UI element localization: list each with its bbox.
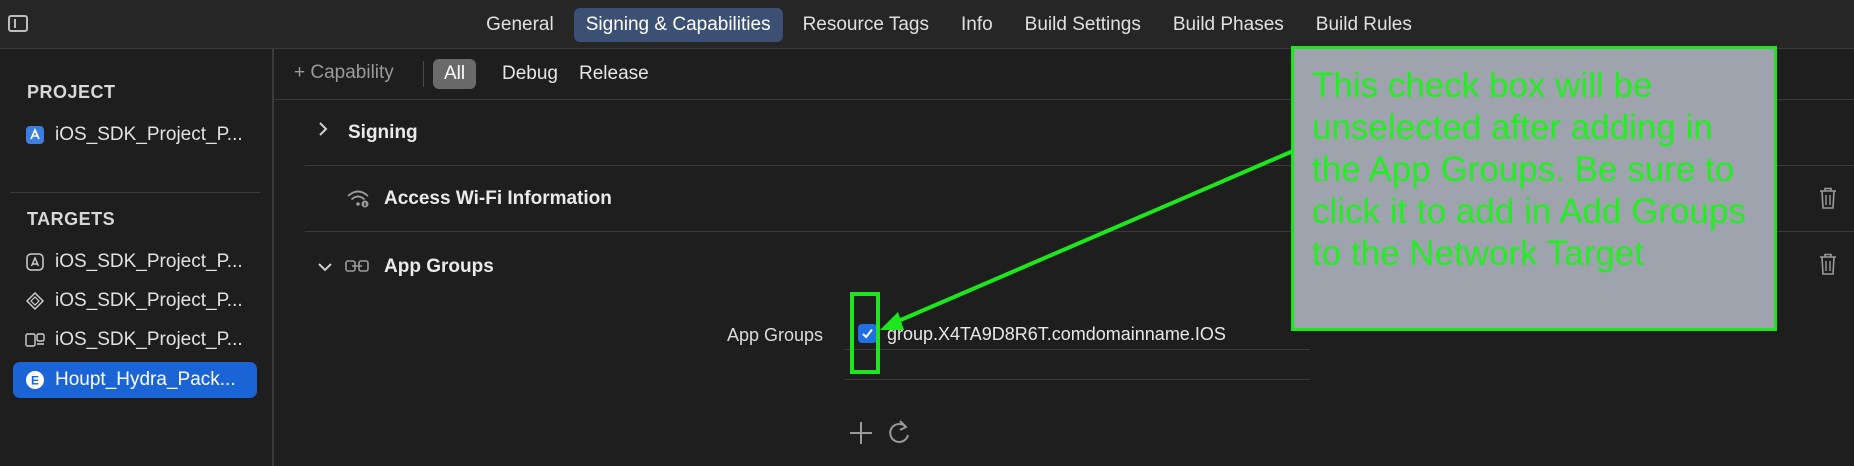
xcode-window: General Signing & Capabilities Resource …: [0, 0, 1854, 466]
checkbox-highlight-box: [850, 292, 880, 374]
annotation-callout: This check box will be unselected after …: [1291, 46, 1777, 331]
